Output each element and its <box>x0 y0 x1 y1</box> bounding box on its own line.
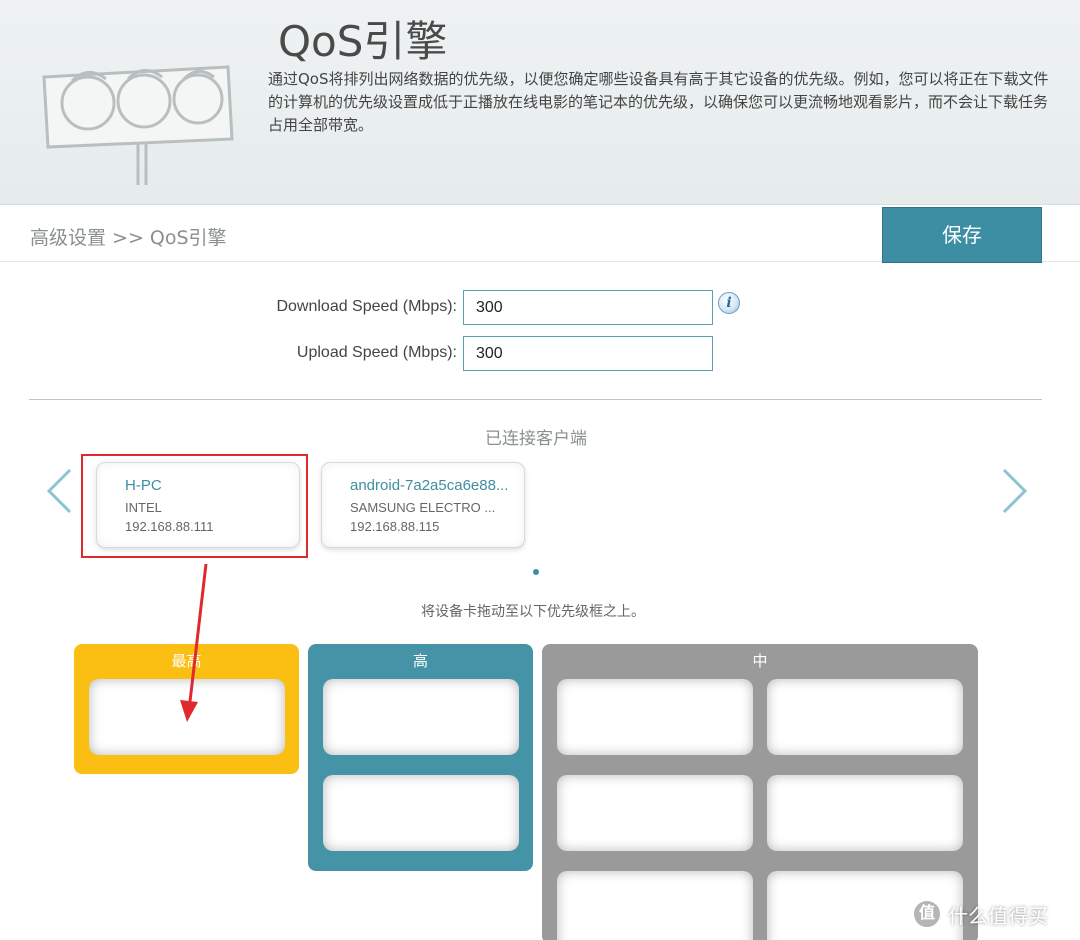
watermark-text: 什么值得买 <box>948 903 1048 928</box>
priority-slot[interactable] <box>767 775 963 851</box>
priority-highest-title: 最高 <box>171 652 202 670</box>
watermark-logo-icon: 值 <box>912 899 942 929</box>
client-name: android-7a2a5ca6e88... <box>350 477 509 494</box>
connected-clients-title: 已连接客户端 <box>485 429 587 449</box>
priority-slot[interactable] <box>323 679 519 755</box>
priority-slot[interactable] <box>557 871 753 940</box>
priority-slot[interactable] <box>323 775 519 851</box>
priority-highest-zone[interactable]: 最高 <box>74 644 299 774</box>
breadcrumb: 高级设置 >> QoS引擎 <box>30 227 227 249</box>
traffic-light-illustration <box>42 65 234 185</box>
save-button[interactable]: 保存 <box>882 207 1042 263</box>
chevron-right-icon[interactable] <box>1000 466 1030 516</box>
priority-slot[interactable] <box>767 679 963 755</box>
drag-hint: 将设备卡拖动至以下优先级框之上。 <box>421 604 645 620</box>
carousel-page-indicator[interactable] <box>533 569 539 575</box>
priority-slot[interactable] <box>557 679 753 755</box>
download-speed-label: Download Speed (Mbps): <box>276 298 457 315</box>
page-description: 通过QoS将排列出网络数据的优先级，以便您确定哪些设备具有高于其它设备的优先级。… <box>268 70 1049 134</box>
priority-high-title: 高 <box>412 652 428 670</box>
client-vendor: SAMSUNG ELECTRO ... <box>350 500 496 515</box>
priority-slot[interactable] <box>89 679 285 755</box>
upload-speed-label: Upload Speed (Mbps): <box>296 344 457 361</box>
page-title: QoS引擎 <box>278 17 448 66</box>
info-icon[interactable]: i <box>718 292 740 314</box>
download-speed-input[interactable] <box>463 290 713 325</box>
section-divider <box>29 399 1042 400</box>
annotation-highlight-box <box>81 454 308 558</box>
header-banner: QoS引擎 通过QoS将排列出网络数据的优先级，以便您确定哪些设备具有高于其它设… <box>0 0 1080 205</box>
priority-high-zone[interactable]: 高 <box>308 644 533 871</box>
client-ip: 192.168.88.115 <box>350 519 440 534</box>
watermark: 值 什么值得买 <box>912 896 1048 932</box>
chevron-left-icon[interactable] <box>44 466 74 516</box>
upload-speed-input[interactable] <box>463 336 713 371</box>
priority-medium-title: 中 <box>752 652 768 670</box>
priority-slot[interactable] <box>557 775 753 851</box>
client-card-android[interactable]: android-7a2a5ca6e88... SAMSUNG ELECTRO .… <box>322 463 524 547</box>
